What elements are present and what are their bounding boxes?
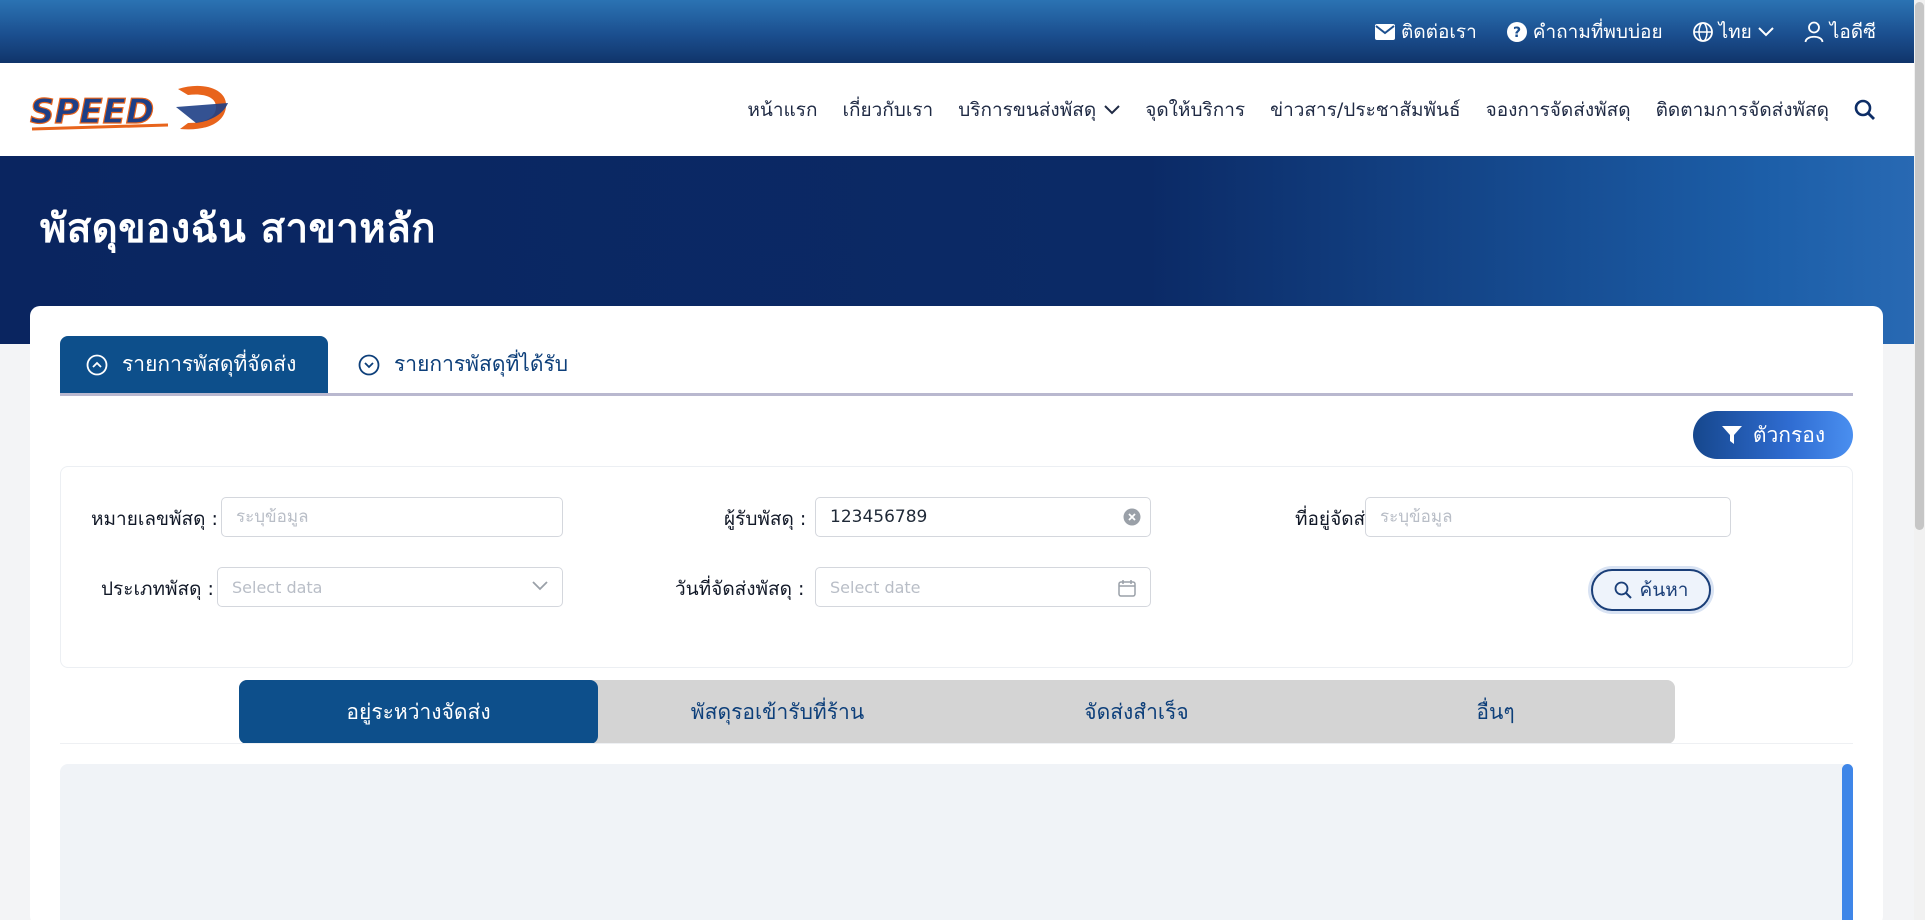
user-label: ไอดีซี: [1829, 20, 1876, 43]
clear-icon[interactable]: [1123, 508, 1141, 526]
chevron-down-circle-icon: [358, 354, 380, 375]
tab-received-label: รายการพัสดุที่ได้รับ: [394, 352, 569, 376]
ship-date-placeholder: Select date: [830, 577, 921, 597]
filter-icon: [1721, 426, 1742, 444]
page-title: พัสดุของฉัน สาขาหลัก: [40, 206, 436, 252]
page-scrollbar-thumb[interactable]: [1915, 2, 1924, 530]
svg-text:?: ?: [1513, 25, 1521, 41]
search-icon[interactable]: [1854, 99, 1876, 121]
search-button-label: ค้นหา: [1639, 579, 1689, 601]
parcel-tabs: รายการพัสดุที่จัดส่ง รายการพัสดุที่ได้รั…: [60, 336, 1853, 396]
search-button[interactable]: ค้นหา: [1591, 569, 1711, 611]
parcel-type-placeholder: Select data: [232, 577, 323, 597]
receiver-input[interactable]: [815, 497, 1151, 537]
question-icon: ?: [1506, 21, 1527, 42]
contact-label: ติดต่อเรา: [1400, 20, 1477, 43]
status-tab-awaiting-pickup[interactable]: พัสดุรอเข้ารับที่ร้าน: [598, 680, 957, 744]
mail-icon: [1374, 23, 1395, 40]
search-icon: [1614, 581, 1632, 599]
status-tabs: อยู่ระหว่างจัดส่ง พัสดุรอเข้ารับที่ร้าน …: [239, 680, 1675, 744]
chevron-down-icon: [1758, 26, 1774, 36]
nav-book-shipment[interactable]: จองการจัดส่งพัสดุ: [1486, 95, 1631, 125]
nav-services[interactable]: บริการขนส่งพัสดุ: [958, 95, 1120, 125]
language-selector[interactable]: ไทย: [1692, 17, 1774, 47]
receiver-label: ผู้รับพัสดุ :: [724, 508, 807, 530]
filter-panel: หมายเลขพัสดุ : ผู้รับพัสดุ : ที่อยู่จัดส…: [60, 466, 1853, 668]
globe-icon: [1692, 21, 1713, 42]
chevron-down-icon: [1104, 104, 1120, 114]
parcel-number-label: หมายเลขพัสดุ :: [91, 508, 218, 530]
nav-services-label: บริการขนส่งพัสดุ: [958, 98, 1097, 121]
status-tab-in-transit[interactable]: อยู่ระหว่างจัดส่ง: [239, 680, 598, 744]
nav-news[interactable]: ข่าวสาร/ประชาสัมพันธ์: [1270, 95, 1460, 125]
faq-link[interactable]: ? คำถามที่พบบ่อย: [1506, 17, 1663, 47]
status-tab-other[interactable]: อื่นๆ: [1316, 680, 1675, 744]
chevron-down-icon: [532, 581, 548, 591]
top-utility-bar: ติดต่อเรา ? คำถามที่พบบ่อย ไทย ไอดีซี: [0, 0, 1914, 63]
tab-sent-parcels[interactable]: รายการพัสดุที่จัดส่ง: [60, 336, 328, 393]
address-input[interactable]: [1365, 497, 1731, 537]
main-navbar: SPEED หน้าแรก เกี่ยวกับเรา บริการขนส่งพั…: [0, 63, 1914, 156]
user-menu[interactable]: ไอดีซี: [1804, 17, 1876, 47]
parcel-type-select[interactable]: Select data: [217, 567, 563, 607]
filter-button-label: ตัวกรอง: [1752, 422, 1826, 447]
nav-track-shipment[interactable]: ติดตามการจัดส่งพัสดุ: [1656, 95, 1829, 125]
nav-about[interactable]: เกี่ยวกับเรา: [842, 95, 933, 125]
parcel-type-label: ประเภทพัสดุ :: [101, 578, 214, 600]
tab-received-parcels[interactable]: รายการพัสดุที่ได้รับ: [332, 336, 594, 393]
faq-label: คำถามที่พบบ่อย: [1532, 20, 1663, 43]
status-tab-delivered[interactable]: จัดส่งสำเร็จ: [957, 680, 1316, 744]
ship-date-label: วันที่จัดส่งพัสดุ :: [675, 578, 805, 600]
user-icon: [1804, 21, 1824, 42]
contact-link[interactable]: ติดต่อเรา: [1374, 17, 1477, 47]
calendar-icon: [1118, 580, 1136, 597]
divider: [60, 743, 1853, 744]
nav-service-points[interactable]: จุดให้บริการ: [1145, 95, 1245, 125]
nav-home[interactable]: หน้าแรก: [747, 95, 817, 125]
ship-date-picker[interactable]: Select date: [815, 567, 1151, 607]
parcel-list-area: [60, 764, 1850, 920]
list-scrollbar[interactable]: [1842, 764, 1853, 920]
parcel-number-input[interactable]: [221, 497, 563, 537]
tab-sent-label: รายการพัสดุที่จัดส่ง: [122, 352, 297, 376]
parcel-card: รายการพัสดุที่จัดส่ง รายการพัสดุที่ได้รั…: [30, 306, 1883, 920]
filter-button[interactable]: ตัวกรอง: [1693, 411, 1853, 459]
nav-menu: หน้าแรก เกี่ยวกับเรา บริการขนส่งพัสดุ จุ…: [747, 63, 1876, 156]
speed-d-logo[interactable]: SPEED: [28, 83, 233, 135]
chevron-up-circle-icon: [86, 354, 108, 375]
language-label: ไทย: [1718, 20, 1752, 43]
